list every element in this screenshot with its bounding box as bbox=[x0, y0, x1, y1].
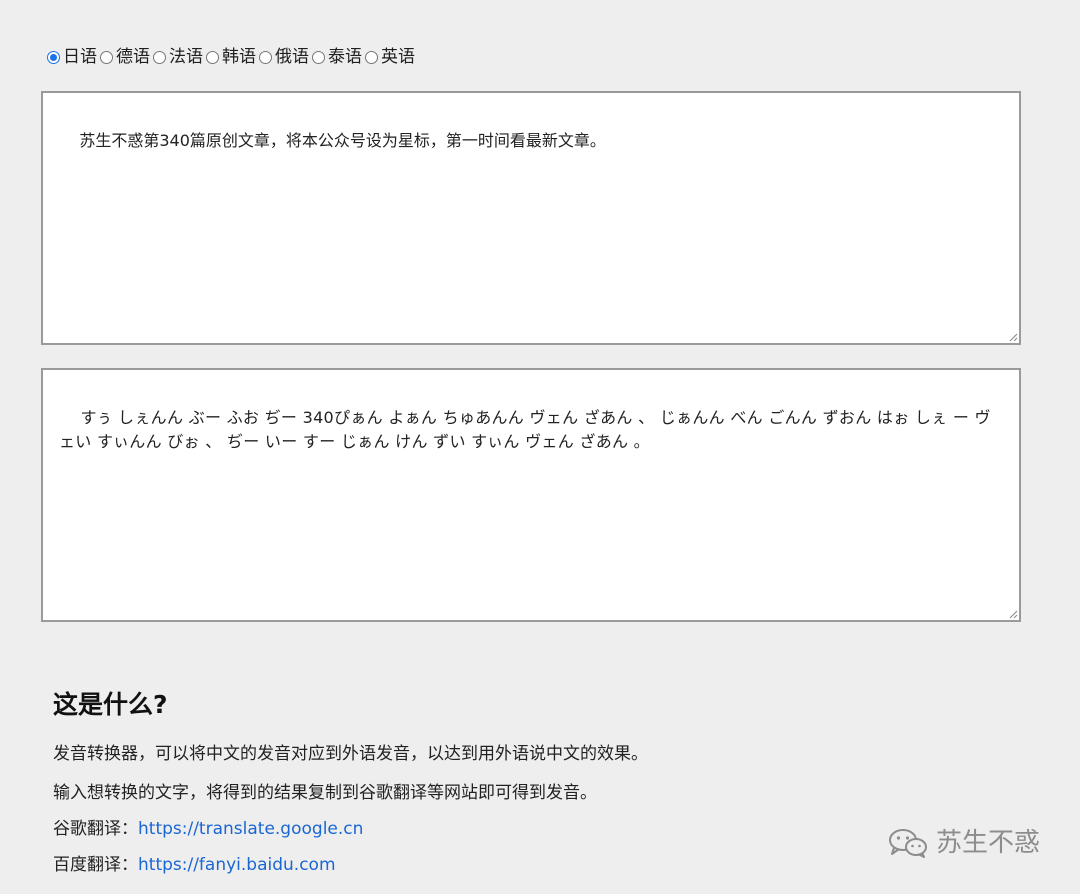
language-option-french[interactable]: 法语 bbox=[153, 45, 203, 69]
language-label-thai: 泰语 bbox=[328, 47, 362, 67]
google-translate-link[interactable]: https://translate.google.cn bbox=[138, 819, 363, 839]
watermark: 苏生不惑 bbox=[888, 826, 1040, 860]
language-selector: 日语 德语 法语 韩语 俄语 泰语 英语 bbox=[47, 45, 418, 69]
baidu-translate-label: 百度翻译： bbox=[53, 855, 138, 875]
wechat-icon bbox=[889, 829, 927, 858]
baidu-translate-link[interactable]: https://fanyi.baidu.com bbox=[138, 855, 336, 875]
about-heading: 这是什么? bbox=[53, 690, 168, 719]
about-instructions: 输入想转换的文字，将得到的结果复制到谷歌翻译等网站即可得到发音。 bbox=[53, 783, 597, 803]
about-description: 发音转换器，可以将中文的发音对应到外语发音，以达到用外语说中文的效果。 bbox=[53, 744, 648, 764]
language-label-japanese: 日语 bbox=[63, 47, 97, 67]
google-translate-line: 谷歌翻译：https://translate.google.cn bbox=[53, 817, 363, 841]
radio-thai[interactable] bbox=[312, 50, 325, 64]
baidu-translate-line: 百度翻译：https://fanyi.baidu.com bbox=[53, 853, 336, 877]
radio-french[interactable] bbox=[153, 50, 166, 64]
output-text: すぅ しぇんん ぶー ふお ぢー 340ぴぁん よぁん ちゅあんん ヴェん ざあ… bbox=[59, 408, 991, 451]
page: 日语 德语 法语 韩语 俄语 泰语 英语 苏生不惑第340篇原创文章，将本公众号… bbox=[0, 0, 1080, 894]
language-label-korean: 韩语 bbox=[222, 47, 256, 67]
language-option-korean[interactable]: 韩语 bbox=[206, 45, 256, 69]
language-label-english: 英语 bbox=[381, 47, 415, 67]
language-label-russian: 俄语 bbox=[275, 47, 309, 67]
language-option-japanese[interactable]: 日语 bbox=[47, 45, 97, 69]
resize-grip-icon[interactable] bbox=[1008, 332, 1018, 342]
input-text: 苏生不惑第340篇原创文章，将本公众号设为星标，第一时间看最新文章。 bbox=[79, 131, 606, 150]
language-option-russian[interactable]: 俄语 bbox=[259, 45, 309, 69]
radio-english[interactable] bbox=[365, 50, 378, 64]
input-textarea[interactable]: 苏生不惑第340篇原创文章，将本公众号设为星标，第一时间看最新文章。 bbox=[41, 91, 1021, 345]
resize-grip-icon[interactable] bbox=[1008, 609, 1018, 619]
radio-japanese[interactable] bbox=[47, 50, 60, 64]
watermark-text: 苏生不惑 bbox=[936, 828, 1041, 858]
language-option-german[interactable]: 德语 bbox=[100, 45, 150, 69]
radio-german[interactable] bbox=[100, 50, 113, 64]
output-textarea[interactable]: すぅ しぇんん ぶー ふお ぢー 340ぴぁん よぁん ちゅあんん ヴェん ざあ… bbox=[41, 368, 1021, 622]
language-label-french: 法语 bbox=[169, 47, 203, 67]
google-translate-label: 谷歌翻译： bbox=[53, 819, 138, 839]
language-option-thai[interactable]: 泰语 bbox=[312, 45, 362, 69]
language-label-german: 德语 bbox=[116, 47, 150, 67]
language-option-english[interactable]: 英语 bbox=[365, 45, 415, 69]
radio-russian[interactable] bbox=[259, 50, 272, 64]
radio-korean[interactable] bbox=[206, 50, 219, 64]
